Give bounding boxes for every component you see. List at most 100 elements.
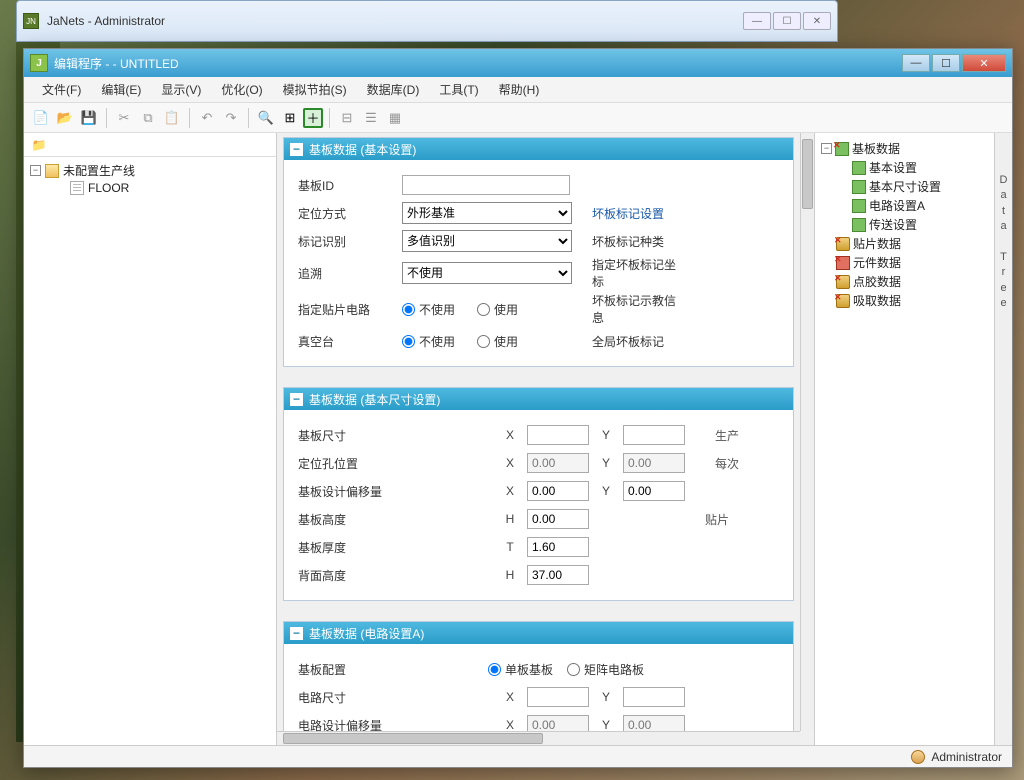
item-icon xyxy=(852,161,866,175)
menu-help[interactable]: 帮助(H) xyxy=(489,77,550,102)
hole-y-input xyxy=(623,453,685,473)
panel-basic-title: 基板数据 (基本设置) xyxy=(309,141,416,158)
position-select[interactable]: 外形基准 xyxy=(402,202,572,224)
outer-maximize-button[interactable]: ☐ xyxy=(773,12,801,30)
tool-group-icon: ⊟ xyxy=(336,107,358,129)
editor-window: J 编辑程序 - - UNTITLED — ☐ ✕ 文件(F) 编辑(E) 显示… xyxy=(23,48,1013,768)
circuit-offset-y-input xyxy=(623,715,685,731)
offset-y-input[interactable] xyxy=(623,481,685,501)
tool-find-icon[interactable]: 🔍 xyxy=(255,107,277,129)
scrollbar-thumb[interactable] xyxy=(802,139,813,209)
menu-file[interactable]: 文件(F) xyxy=(32,77,91,102)
rt-transfer[interactable]: 传送设置 xyxy=(821,215,990,234)
menu-edit[interactable]: 编辑(E) xyxy=(91,77,151,102)
tool-new-icon[interactable]: 📄 xyxy=(30,107,52,129)
menu-tools[interactable]: 工具(T) xyxy=(429,77,488,102)
outer-close-button[interactable]: ✕ xyxy=(803,12,831,30)
offset-x-input[interactable] xyxy=(527,481,589,501)
item-icon xyxy=(852,199,866,213)
panel-collapse-icon[interactable]: − xyxy=(290,143,303,156)
center-pane: − 基板数据 (基本设置) 基板ID 定位方式 外形基准 坏板标记设置 xyxy=(277,133,814,745)
rt-component-data[interactable]: 元件数据 xyxy=(821,253,990,272)
item-icon xyxy=(852,180,866,194)
circuit-offset-x-input xyxy=(527,715,589,731)
circuit-yes-radio[interactable]: 使用 xyxy=(477,301,518,318)
hole-x-input xyxy=(527,453,589,473)
panel-collapse-icon[interactable]: − xyxy=(290,627,303,640)
circuit-size-label: 电路尺寸 xyxy=(298,689,503,706)
board-id-input[interactable] xyxy=(402,175,570,195)
data-icon xyxy=(836,294,850,308)
tool-redo-icon: ↷ xyxy=(220,107,242,129)
toolbar-separator xyxy=(106,108,107,128)
item-icon xyxy=(852,218,866,232)
rt-pickup-data[interactable]: 吸取数据 xyxy=(821,291,990,310)
editor-maximize-button[interactable]: ☐ xyxy=(932,54,960,72)
board-size-y-input[interactable] xyxy=(623,425,685,445)
scrollbar-thumb[interactable] xyxy=(283,733,543,744)
status-bar: Administrator xyxy=(24,745,1012,767)
global-bad-mark-label: 全局坏板标记 xyxy=(580,333,676,350)
left-refresh-icon[interactable]: 📁 xyxy=(28,134,50,156)
rt-mount-data[interactable]: 贴片数据 xyxy=(821,234,990,253)
toolbar: 📄 📂 💾 ✂ ⧉ 📋 ↶ ↷ 🔍 ⊞ ＋ ⊟ ☰ ▦ xyxy=(24,103,1012,133)
bad-mark-settings-link[interactable]: 坏板标记设置 xyxy=(580,205,676,222)
board-size-x-input[interactable] xyxy=(527,425,589,445)
rt-basic-settings[interactable]: 基本设置 xyxy=(821,158,990,177)
menu-optimize[interactable]: 优化(O) xyxy=(211,77,272,102)
toolbar-separator xyxy=(329,108,330,128)
vacuum-no-radio[interactable]: 不使用 xyxy=(402,333,455,350)
panel-collapse-icon[interactable]: − xyxy=(290,393,303,406)
menu-simulate[interactable]: 模拟节拍(S) xyxy=(273,77,357,102)
bad-mark-teach-label: 坏板标记示教信息 xyxy=(580,292,676,326)
layout-matrix-radio[interactable]: 矩阵电路板 xyxy=(567,661,644,678)
vertical-scrollbar[interactable] xyxy=(800,133,814,731)
trace-label: 追溯 xyxy=(298,265,402,282)
menu-view[interactable]: 显示(V) xyxy=(151,77,211,102)
layout-label: 基板配置 xyxy=(298,661,488,678)
side-tab-data-tree[interactable]: Data Tree xyxy=(994,133,1012,745)
center-scroll-area[interactable]: − 基板数据 (基本设置) 基板ID 定位方式 外形基准 坏板标记设置 xyxy=(277,133,800,731)
trace-select[interactable]: 不使用 xyxy=(402,262,572,284)
tool-paste-icon: 📋 xyxy=(161,107,183,129)
rt-basic-size[interactable]: 基本尺寸设置 xyxy=(821,177,990,196)
horizontal-scrollbar[interactable] xyxy=(277,731,800,745)
panel-basic-settings: − 基板数据 (基本设置) 基板ID 定位方式 外形基准 坏板标记设置 xyxy=(283,137,794,367)
tool-window-icon[interactable]: ⊞ xyxy=(279,107,301,129)
user-avatar-icon xyxy=(911,750,925,764)
height-label: 基板高度 xyxy=(298,511,503,528)
circuit-size-y-input[interactable] xyxy=(623,687,685,707)
tool-add-icon[interactable]: ＋ xyxy=(303,108,323,128)
menu-database[interactable]: 数据库(D) xyxy=(357,77,430,102)
vacuum-yes-radio[interactable]: 使用 xyxy=(477,333,518,350)
tree-collapse-icon[interactable]: − xyxy=(821,143,832,154)
editor-close-button[interactable]: ✕ xyxy=(962,54,1006,72)
outer-minimize-button[interactable]: — xyxy=(743,12,771,30)
data-icon xyxy=(836,256,850,270)
folder-icon xyxy=(45,164,59,178)
rt-board-data[interactable]: −基板数据 xyxy=(821,139,990,158)
tool-open-icon[interactable]: 📂 xyxy=(54,107,76,129)
panel-basic-header: − 基板数据 (基本设置) xyxy=(284,138,793,160)
rt-dispense-data[interactable]: 点胶数据 xyxy=(821,272,990,291)
panel-circuit-header: − 基板数据 (电路设置A) xyxy=(284,622,793,644)
back-height-input[interactable] xyxy=(527,565,589,585)
tool-save-icon[interactable]: 💾 xyxy=(78,107,100,129)
tree-collapse-icon[interactable]: − xyxy=(30,165,41,176)
height-input[interactable] xyxy=(527,509,589,529)
left-pane: 📁 − 未配置生产线 FLOOR xyxy=(24,133,277,745)
circuit-offset-label: 电路设计偏移量 xyxy=(298,717,503,732)
tool-cut-icon: ✂ xyxy=(113,107,135,129)
editor-minimize-button[interactable]: — xyxy=(902,54,930,72)
editor-title: 编辑程序 - - UNTITLED xyxy=(54,55,900,72)
tree-node-root[interactable]: − 未配置生产线 xyxy=(30,161,270,180)
tree-node-floor[interactable]: FLOOR xyxy=(30,180,270,196)
thickness-label: 基板厚度 xyxy=(298,539,503,556)
mark-select[interactable]: 多值识别 xyxy=(402,230,572,252)
circuit-no-radio[interactable]: 不使用 xyxy=(402,301,455,318)
rt-circuit-a[interactable]: 电路设置A xyxy=(821,196,990,215)
thickness-input[interactable] xyxy=(527,537,589,557)
circuit-size-x-input[interactable] xyxy=(527,687,589,707)
toolbar-separator xyxy=(189,108,190,128)
layout-single-radio[interactable]: 单板基板 xyxy=(488,661,553,678)
